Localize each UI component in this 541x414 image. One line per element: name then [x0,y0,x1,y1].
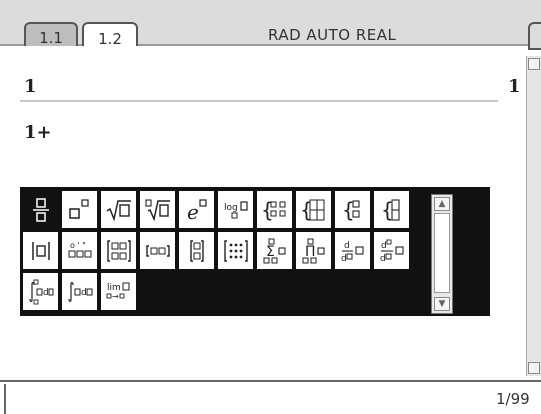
status-bar: 1/99 [0,380,541,414]
system-n-template-icon[interactable]: { [374,191,409,228]
product-template-icon[interactable]: Π [296,232,331,269]
svg-text:d: d [43,288,49,298]
mode-status: RAD AUTO REAL [268,26,397,44]
scroll-down-icon[interactable] [528,362,540,374]
absolute-value-template-icon[interactable] [23,232,58,269]
svg-text:d: d [341,254,347,264]
piecewise-2-template-icon[interactable]: { [257,191,292,228]
svg-text:→: → [112,292,119,301]
next-tab-edge[interactable] [528,22,541,50]
indefinite-integral-template-icon[interactable]: d [62,273,97,310]
svg-text:o ' ": o ' " [70,241,86,250]
palette-scroll-up-icon[interactable]: ▲ [434,197,450,211]
history-result[interactable]: 1 [508,76,521,97]
matrix-2x2-template-icon[interactable] [101,232,136,269]
svg-text:e: e [187,200,199,223]
e-power-template-icon[interactable]: e [179,191,214,228]
nth-derivative-template-icon[interactable]: dd [374,232,409,269]
system-2-template-icon[interactable]: { [335,191,370,228]
summation-template-icon[interactable]: Σ [257,232,292,269]
top-bar: 1.1 1.2 RAD AUTO REAL [0,0,541,54]
limit-template-icon[interactable]: lim → [101,273,136,310]
palette-scroll-down-icon[interactable]: ▼ [434,297,450,311]
svg-text:log: log [224,203,238,213]
status-bar-edge [4,384,6,414]
svg-text:d: d [381,241,387,251]
nth-root-template-icon[interactable] [140,191,175,228]
entry-line[interactable]: 1+ [24,122,52,143]
template-palette: e log { { { { o ' " Σ Π dd dd d d lim → [20,187,490,316]
document-scrollbar[interactable] [526,56,541,376]
history-input[interactable]: 1 [24,76,37,97]
svg-text:d: d [344,241,350,251]
svg-text:d: d [380,254,386,264]
square-root-template-icon[interactable] [101,191,136,228]
definite-integral-template-icon[interactable]: d [23,273,58,310]
dms-template-icon[interactable]: o ' " [62,232,97,269]
fraction-template-icon[interactable] [23,191,58,228]
matrix-mxn-template-icon[interactable] [218,232,253,269]
column-vector-template-icon[interactable] [179,232,214,269]
history-separator [20,100,498,102]
row-vector-template-icon[interactable] [140,232,175,269]
log-base-template-icon[interactable]: log [218,191,253,228]
palette-scroll-track[interactable] [434,213,450,293]
piecewise-n-template-icon[interactable]: { [296,191,331,228]
svg-text:d: d [81,288,87,298]
page-counter: 1/99 [496,390,530,408]
exponent-template-icon[interactable] [62,191,97,228]
derivative-template-icon[interactable]: dd [335,232,370,269]
scroll-up-icon[interactable] [528,58,540,70]
palette-scrollbar[interactable]: ▲ ▼ [431,194,453,314]
